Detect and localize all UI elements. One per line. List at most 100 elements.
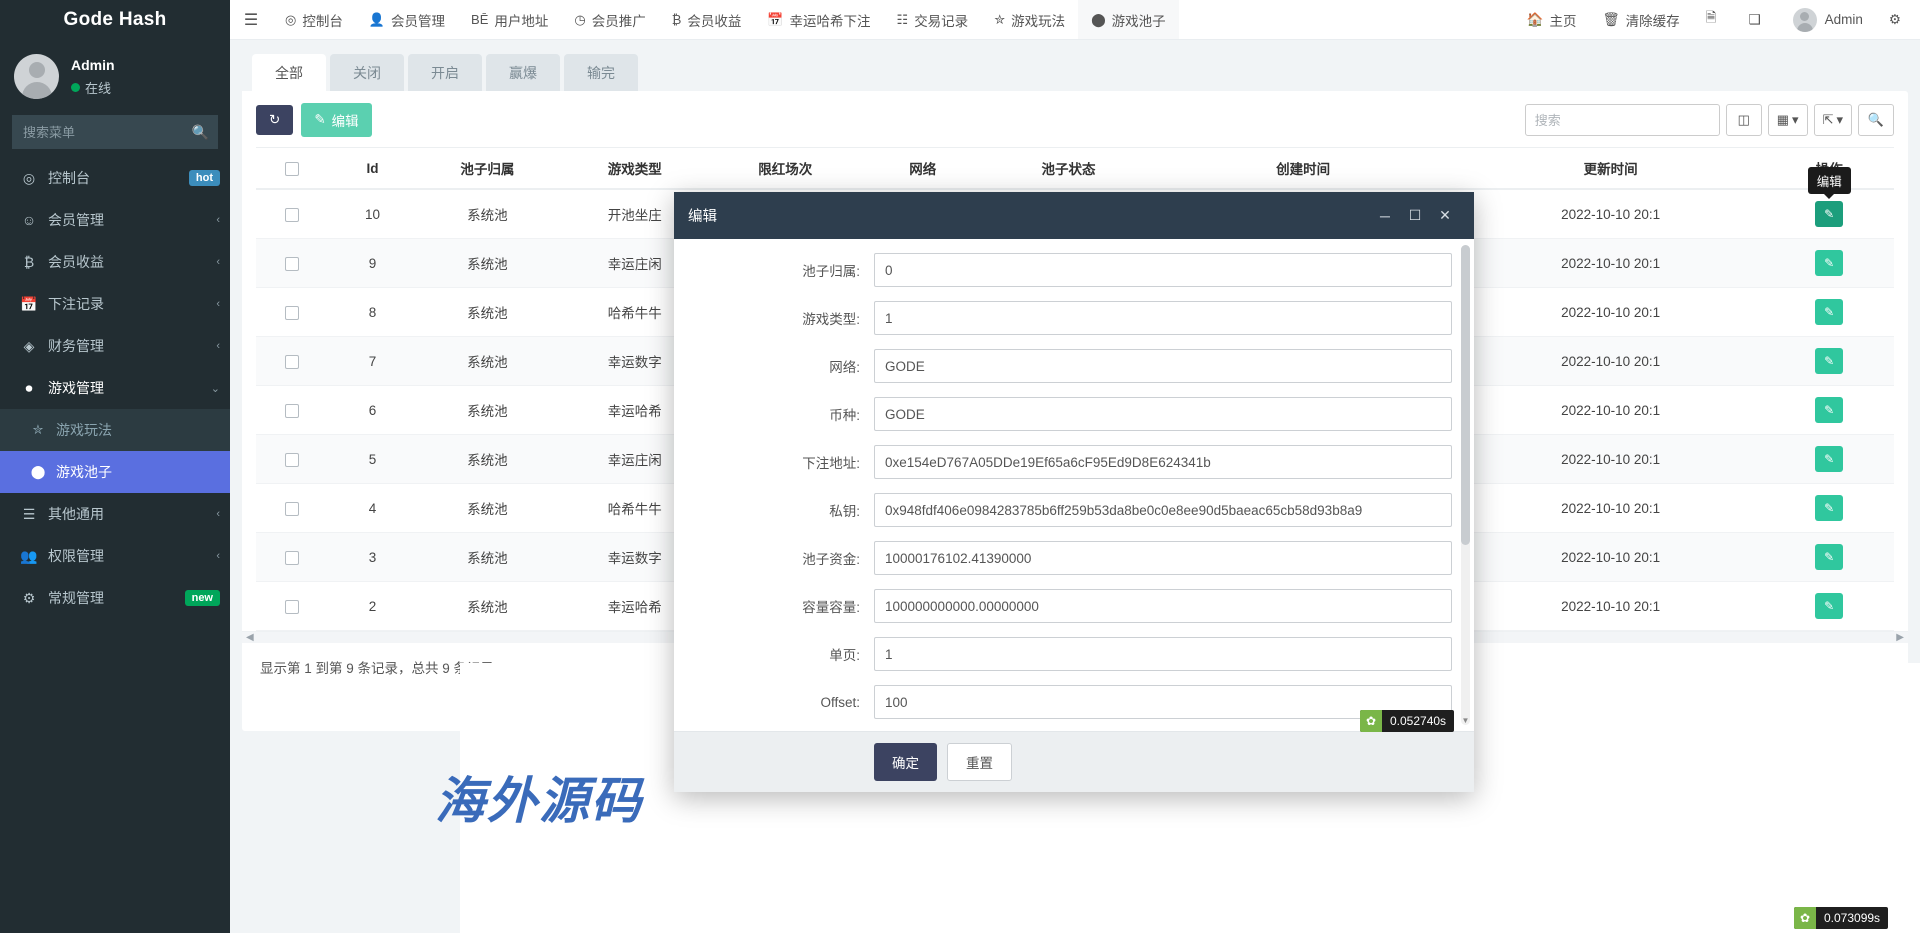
checkbox-icon[interactable] <box>285 502 299 516</box>
tab-lost-all[interactable]: 输完 <box>564 54 638 91</box>
field-input[interactable] <box>874 301 1452 335</box>
reset-button[interactable]: 重置 <box>947 743 1012 781</box>
sidebar-item-game-pool[interactable]: ⬤ 游戏池子 <box>0 451 230 493</box>
search-icon: 🔍 <box>192 124 209 141</box>
field-input[interactable] <box>874 589 1452 623</box>
tab-win-burst[interactable]: 赢爆 <box>486 54 560 91</box>
col-owner[interactable]: 池子归属 <box>418 148 557 190</box>
hamburger-icon[interactable]: ☰ <box>230 0 272 39</box>
checkbox-icon[interactable] <box>285 306 299 320</box>
dialog-scrollbar[interactable]: ▼ <box>1461 245 1470 725</box>
sidebar-item-member-income[interactable]: ₿ 会员收益 ‹ <box>0 241 230 283</box>
checkbox-icon[interactable] <box>285 600 299 614</box>
col-id[interactable]: Id <box>327 148 418 190</box>
scroll-right-icon[interactable]: ▶ <box>1896 632 1904 643</box>
tab-transaction-records[interactable]: ☷交易记录 <box>884 0 982 39</box>
checkbox-icon[interactable] <box>285 453 299 467</box>
row-checkbox-cell[interactable] <box>256 288 327 337</box>
tab-member-management[interactable]: 👤会员管理 <box>356 0 458 39</box>
field-input[interactable] <box>874 349 1452 383</box>
row-edit-button[interactable]: ✎ <box>1815 593 1843 619</box>
field-input[interactable] <box>874 445 1452 479</box>
scroll-left-icon[interactable]: ◀ <box>246 632 254 643</box>
row-edit-button[interactable]: ✎ <box>1815 544 1843 570</box>
fullscreen-button[interactable]: ❑ <box>1736 0 1780 39</box>
minimize-icon[interactable]: ─ <box>1370 208 1400 224</box>
tab-lucky-hash-bet[interactable]: 📅幸运哈希下注 <box>754 0 883 39</box>
sidebar-item-game-management[interactable]: ⏺ 游戏管理 ⌄ ✮ 游戏玩法 ⬤ 游戏池子 <box>0 367 230 493</box>
row-checkbox-cell[interactable] <box>256 484 327 533</box>
tab-member-promotion[interactable]: ◷会员推广 <box>561 0 658 39</box>
row-edit-button[interactable]: ✎ <box>1815 495 1843 521</box>
tab-open[interactable]: 开启 <box>408 54 482 91</box>
sidebar-item-general[interactable]: ⚙ 常规管理 new <box>0 577 230 619</box>
tab-dashboard[interactable]: ◎控制台 <box>272 0 356 39</box>
scroll-down-icon[interactable]: ▼ <box>1461 716 1470 725</box>
checkbox-icon[interactable] <box>285 355 299 369</box>
maximize-icon[interactable]: ☐ <box>1400 207 1430 224</box>
checkbox-icon[interactable] <box>285 208 299 222</box>
field-label: 单页: <box>674 644 874 664</box>
table-search-input[interactable] <box>1525 104 1720 136</box>
col-pool-state[interactable]: 池子状态 <box>988 148 1150 190</box>
row-edit-button[interactable]: ✎ <box>1815 348 1843 374</box>
field-input[interactable] <box>874 253 1452 287</box>
scrollbar-thumb[interactable] <box>1461 245 1470 545</box>
clear-cache-button[interactable]: 🗑清除缓存 <box>1590 0 1693 39</box>
row-edit-button[interactable]: ✎ <box>1815 201 1843 227</box>
field-input[interactable] <box>874 397 1452 431</box>
grid-view-button[interactable]: ▦▾ <box>1768 104 1808 136</box>
field-input[interactable] <box>874 541 1452 575</box>
search-menu-input[interactable] <box>12 115 218 149</box>
columns-toggle-button[interactable]: ◫ <box>1726 104 1762 136</box>
confirm-button[interactable]: 确定 <box>874 743 937 781</box>
row-checkbox-cell[interactable] <box>256 582 327 631</box>
field-input[interactable] <box>874 493 1452 527</box>
col-network[interactable]: 网络 <box>858 148 987 190</box>
tab-all[interactable]: 全部 <box>252 54 326 91</box>
search-button[interactable]: 🔍 <box>1858 104 1894 136</box>
sidebar-item-members[interactable]: ☺ 会员管理 ‹ <box>0 199 230 241</box>
sidebar-item-other-common[interactable]: ☰ 其他通用 ‹ <box>0 493 230 535</box>
field-input[interactable] <box>874 637 1452 671</box>
sidebar-item-finance[interactable]: ◈ 财务管理 ‹ <box>0 325 230 367</box>
checkbox-icon[interactable] <box>285 404 299 418</box>
col-game-type[interactable]: 游戏类型 <box>557 148 712 190</box>
tab-member-income[interactable]: ₿会员收益 <box>659 0 755 39</box>
row-edit-button[interactable]: ✎ <box>1815 446 1843 472</box>
close-icon[interactable]: ✕ <box>1430 207 1460 224</box>
row-checkbox-cell[interactable] <box>256 533 327 582</box>
col-limit-level[interactable]: 限红场次 <box>712 148 858 190</box>
row-checkbox-cell[interactable] <box>256 337 327 386</box>
settings-button[interactable]: ⚙ <box>1876 0 1920 39</box>
col-updated[interactable]: 更新时间 <box>1457 148 1765 190</box>
sidebar-item-permissions[interactable]: 👥 权限管理 ‹ <box>0 535 230 577</box>
book-button[interactable]: 🗎 <box>1693 0 1736 39</box>
sidebar-item-game-play[interactable]: ✮ 游戏玩法 <box>0 409 230 451</box>
export-button[interactable]: ⇱▾ <box>1814 104 1852 136</box>
row-checkbox-cell[interactable] <box>256 189 327 239</box>
edit-button[interactable]: ✎ 编辑 <box>301 103 371 137</box>
row-edit-button[interactable]: ✎ <box>1815 299 1843 325</box>
row-edit-button[interactable]: ✎ <box>1815 250 1843 276</box>
select-all-header[interactable] <box>256 148 327 190</box>
refresh-button[interactable]: ↻ <box>256 105 293 135</box>
sidebar-user-panel[interactable]: Admin 在线 <box>0 40 230 113</box>
account-menu[interactable]: Admin <box>1780 0 1876 39</box>
row-checkbox-cell[interactable] <box>256 239 327 288</box>
sidebar-item-dashboard[interactable]: ◎ 控制台 hot <box>0 157 230 199</box>
sidebar-item-bet-records[interactable]: 📅 下注记录 ‹ <box>0 283 230 325</box>
checkbox-icon[interactable] <box>285 257 299 271</box>
row-checkbox-cell[interactable] <box>256 435 327 484</box>
sidebar-search[interactable]: 🔍 <box>12 115 218 149</box>
col-created[interactable]: 创建时间 <box>1149 148 1457 190</box>
tab-game-pool[interactable]: ⬤游戏池子 <box>1078 0 1179 39</box>
tab-user-address[interactable]: BĒ用户地址 <box>458 0 561 39</box>
tab-closed[interactable]: 关闭 <box>330 54 404 91</box>
tab-game-play[interactable]: ✮游戏玩法 <box>981 0 1078 39</box>
row-edit-button[interactable]: ✎ <box>1815 397 1843 423</box>
row-checkbox-cell[interactable] <box>256 386 327 435</box>
checkbox-icon[interactable] <box>285 162 299 176</box>
home-button[interactable]: 🏠主页 <box>1514 0 1590 39</box>
checkbox-icon[interactable] <box>285 551 299 565</box>
